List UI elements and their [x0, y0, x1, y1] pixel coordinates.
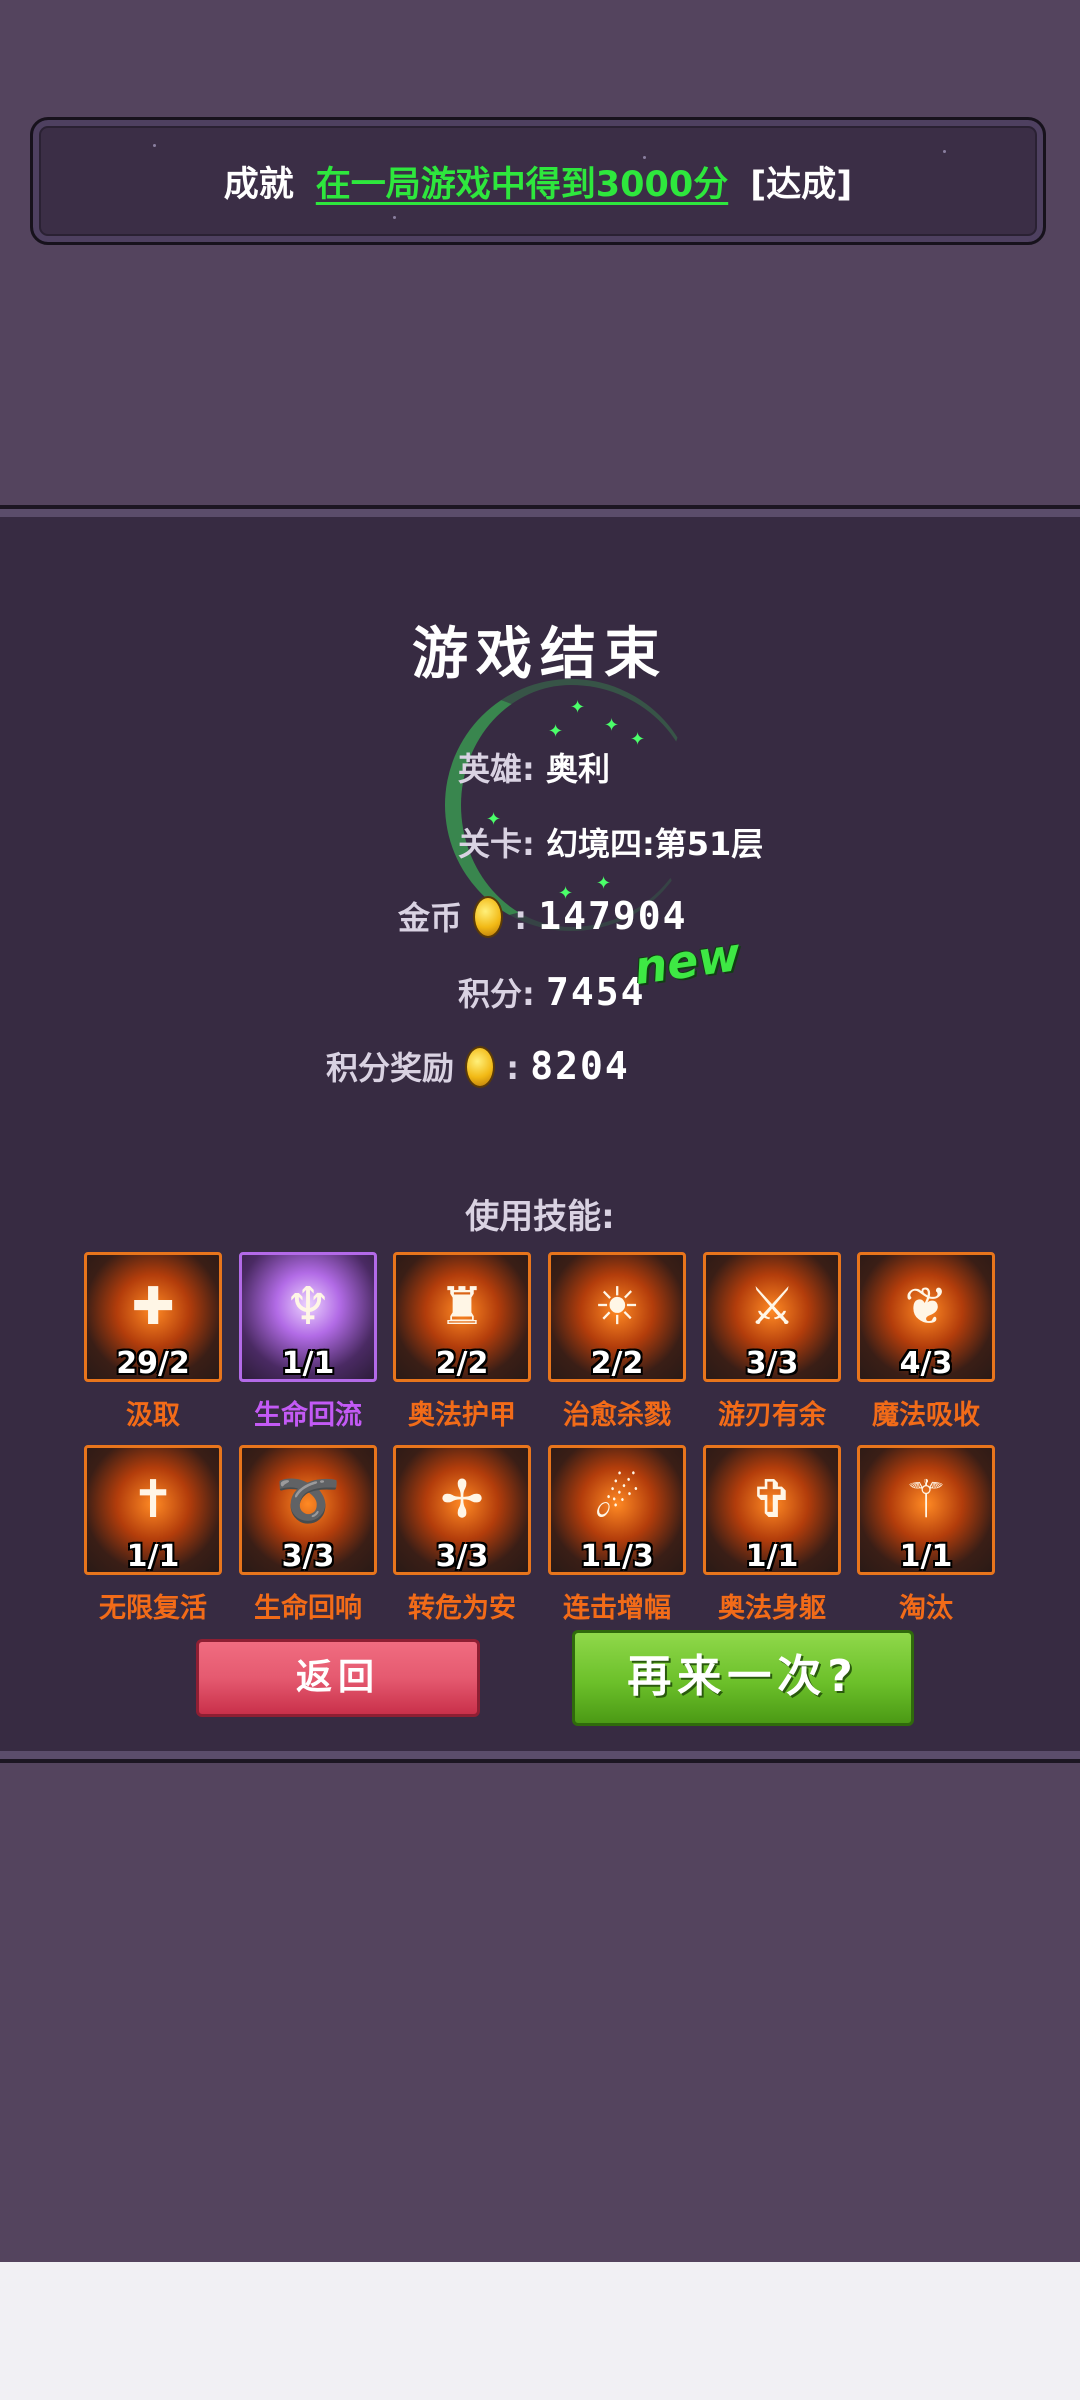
skill-name: 奥法护甲 — [408, 1400, 516, 1431]
skill-name: 游刃有余 — [718, 1400, 826, 1431]
skill-name: 生命回响 — [254, 1593, 362, 1624]
skill-slot[interactable]: ☄ 11/3 — [548, 1445, 686, 1575]
achievement-text: 在一局游戏中得到3000分 — [315, 164, 729, 205]
skill-name: 无限复活 — [99, 1593, 207, 1624]
sparkle-icon: ✦ — [596, 873, 612, 894]
skill-slot[interactable]: ✝ 1/1 — [84, 1445, 222, 1575]
skill-count: 29/2 — [116, 1346, 190, 1381]
stage-label: 关卡: — [458, 825, 535, 863]
skill-slot[interactable]: ✚ 29/2 — [84, 1252, 222, 1382]
sparkle-icon: ✦ — [548, 721, 564, 742]
praying-figure-icon: ♆ — [284, 1277, 332, 1337]
reward-row: 积分奖励 : 8204 — [326, 1043, 630, 1091]
winged-cross-icon: ✞ — [750, 1470, 794, 1530]
armored-figure-icon: ♜ — [438, 1277, 486, 1337]
gold-coin-icon — [473, 896, 504, 938]
sparkle-icon: ✦ — [570, 697, 586, 718]
reward-label: 积分奖励 — [326, 1049, 455, 1087]
score-label: 积分: — [458, 975, 535, 1013]
cross-shield-icon: ✚ — [131, 1277, 175, 1337]
sparkle-icon: ✦ — [630, 729, 646, 750]
skill-count: 4/3 — [899, 1346, 953, 1381]
score-row: 积分: 7454 — [458, 969, 645, 1015]
gold-row: 金币 : 147904 — [398, 893, 688, 941]
radiant-figure-icon: ☀ — [593, 1277, 641, 1337]
skill-name: 奥法身躯 — [718, 1593, 826, 1624]
skill-slot[interactable]: ✢ 3/3 — [393, 1445, 531, 1575]
skill-count: 1/1 — [745, 1539, 799, 1574]
skill-slot[interactable]: ⚔ 3/3 — [703, 1252, 841, 1382]
skill-name: 治愈杀戮 — [563, 1400, 671, 1431]
system-navigation-bar — [0, 2262, 1080, 2400]
skill-slot[interactable]: ♆ 1/1 — [239, 1252, 377, 1382]
skill-slot[interactable]: ♜ 2/2 — [393, 1252, 531, 1382]
skill-count: 1/1 — [899, 1539, 953, 1574]
hero-value: 奥利 — [545, 750, 610, 788]
skills-label: 使用技能: — [465, 1197, 615, 1237]
skill-slot[interactable]: ☀ 2/2 — [548, 1252, 686, 1382]
gold-colon: : — [514, 899, 528, 937]
gold-coin-icon — [465, 1046, 496, 1088]
skill-name: 转危为安 — [408, 1593, 516, 1624]
skill-slot[interactable]: ❦ 4/3 — [857, 1252, 995, 1382]
gold-label: 金币 — [398, 899, 463, 937]
running-figure-icon: ☄ — [593, 1470, 641, 1530]
hero-row: 英雄: 奥利 — [458, 744, 610, 790]
achievement-status: [达成] — [750, 164, 853, 205]
gold-value: 147904 — [538, 894, 688, 938]
stage-row: 关卡: 幻境四:第51层 — [458, 819, 763, 865]
skill-name: 汲取 — [126, 1400, 180, 1431]
skill-count: 3/3 — [745, 1346, 799, 1381]
achievement-label: 成就 — [223, 164, 294, 205]
reward-colon: : — [506, 1049, 520, 1087]
skill-count: 11/3 — [580, 1539, 654, 1574]
skill-count: 3/3 — [281, 1539, 335, 1574]
skill-slot[interactable]: ➰ 3/3 — [239, 1445, 377, 1575]
skill-slot[interactable]: ⚚ 1/1 — [857, 1445, 995, 1575]
skill-name: 连击增幅 — [563, 1593, 671, 1624]
back-button[interactable]: 返回 — [196, 1639, 480, 1717]
page-title: 游戏结束 — [412, 622, 668, 687]
skill-name: 生命回流 — [254, 1400, 362, 1431]
skill-count: 2/2 — [435, 1346, 489, 1381]
sword-swirl-icon: ⚔ — [748, 1277, 796, 1337]
skill-count: 3/3 — [435, 1539, 489, 1574]
score-value: 7454 — [545, 970, 646, 1014]
skill-slot[interactable]: ✞ 1/1 — [703, 1445, 841, 1575]
ankh-cross-icon: ✝ — [131, 1470, 175, 1530]
skill-name: 淘汰 — [899, 1593, 953, 1624]
achievement-banner: 成就 在一局游戏中得到3000分 [达成] — [30, 117, 1046, 245]
dash-plus-icon: ✢ — [440, 1470, 484, 1530]
skill-count: 1/1 — [126, 1539, 180, 1574]
play-again-button[interactable]: 再来一次? — [572, 1630, 914, 1726]
sparkle-icon: ✦ — [604, 715, 620, 736]
hero-label: 英雄: — [458, 750, 535, 788]
skill-count: 2/2 — [590, 1346, 644, 1381]
game-over-panel: 游戏结束 ✦ ✦ ✦ ✦ ✦ ✦ ✦ 英雄: 奥利 关卡: 幻境四:第51层 金… — [0, 505, 1080, 1763]
slash-emblem-icon: ⚚ — [902, 1470, 950, 1530]
skill-count: 1/1 — [281, 1346, 335, 1381]
flexed-arm-icon: ➰ — [275, 1471, 341, 1531]
reward-value: 8204 — [530, 1044, 630, 1088]
winged-emblem-icon: ❦ — [904, 1277, 948, 1337]
skill-name: 魔法吸收 — [872, 1400, 980, 1431]
stage-value: 幻境四:第51层 — [545, 825, 764, 863]
